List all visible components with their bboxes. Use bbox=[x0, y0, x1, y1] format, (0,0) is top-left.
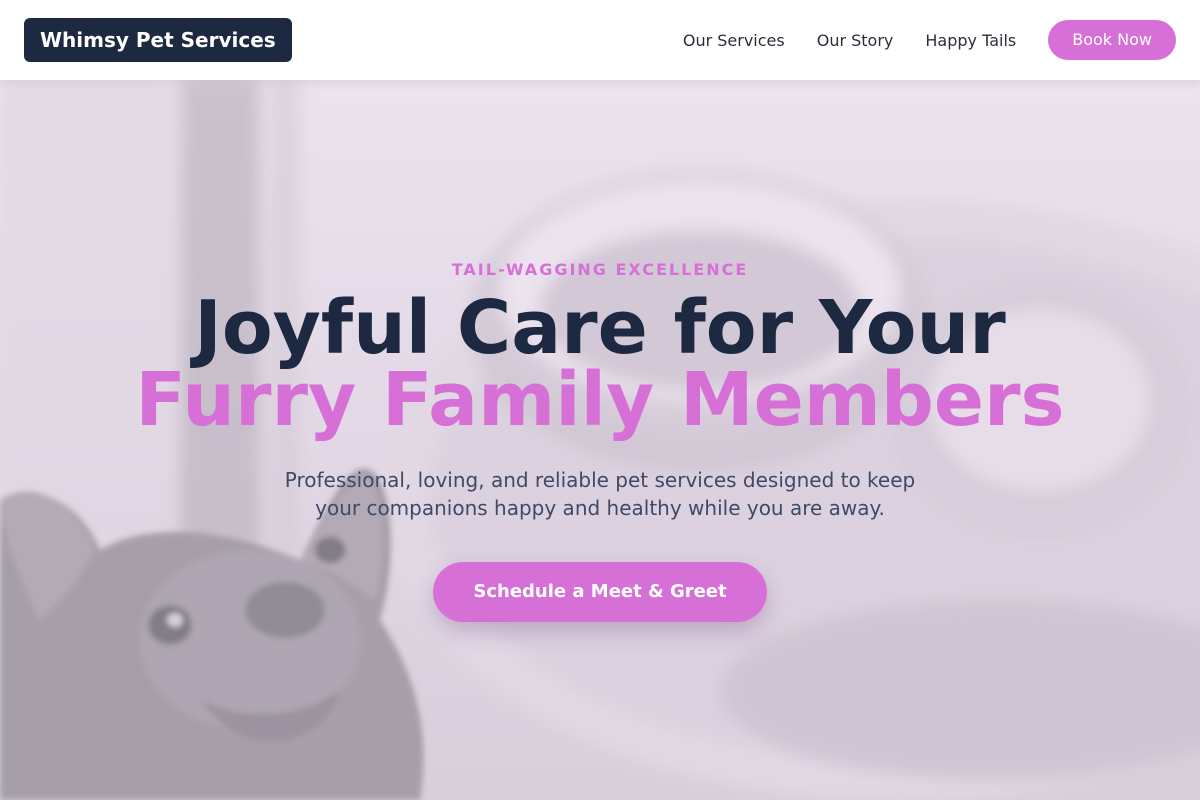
site-header: Whimsy Pet Services Our Services Our Sto… bbox=[0, 0, 1200, 80]
nav-link-our-story[interactable]: Our Story bbox=[817, 31, 894, 50]
hero-headline: Joyful Care for Your Furry Family Member… bbox=[0, 285, 1200, 443]
logo[interactable]: Whimsy Pet Services bbox=[24, 18, 292, 62]
nav-link-our-services[interactable]: Our Services bbox=[683, 31, 785, 50]
nav-link-happy-tails[interactable]: Happy Tails bbox=[925, 31, 1016, 50]
headline-line-1: Joyful Care for Your bbox=[194, 285, 1006, 371]
book-now-button[interactable]: Book Now bbox=[1048, 20, 1176, 60]
schedule-meet-greet-button[interactable]: Schedule a Meet & Greet bbox=[433, 562, 767, 622]
hero-subtitle: Professional, loving, and reliable pet s… bbox=[284, 468, 916, 520]
hero-tagline: TAIL-WAGGING EXCELLENCE bbox=[451, 260, 749, 279]
hero-section: TAIL-WAGGING EXCELLENCE Joyful Care for … bbox=[0, 80, 1200, 800]
main-nav: Our Services Our Story Happy Tails Book … bbox=[683, 20, 1176, 60]
headline-line-2: Furry Family Members bbox=[135, 357, 1065, 443]
